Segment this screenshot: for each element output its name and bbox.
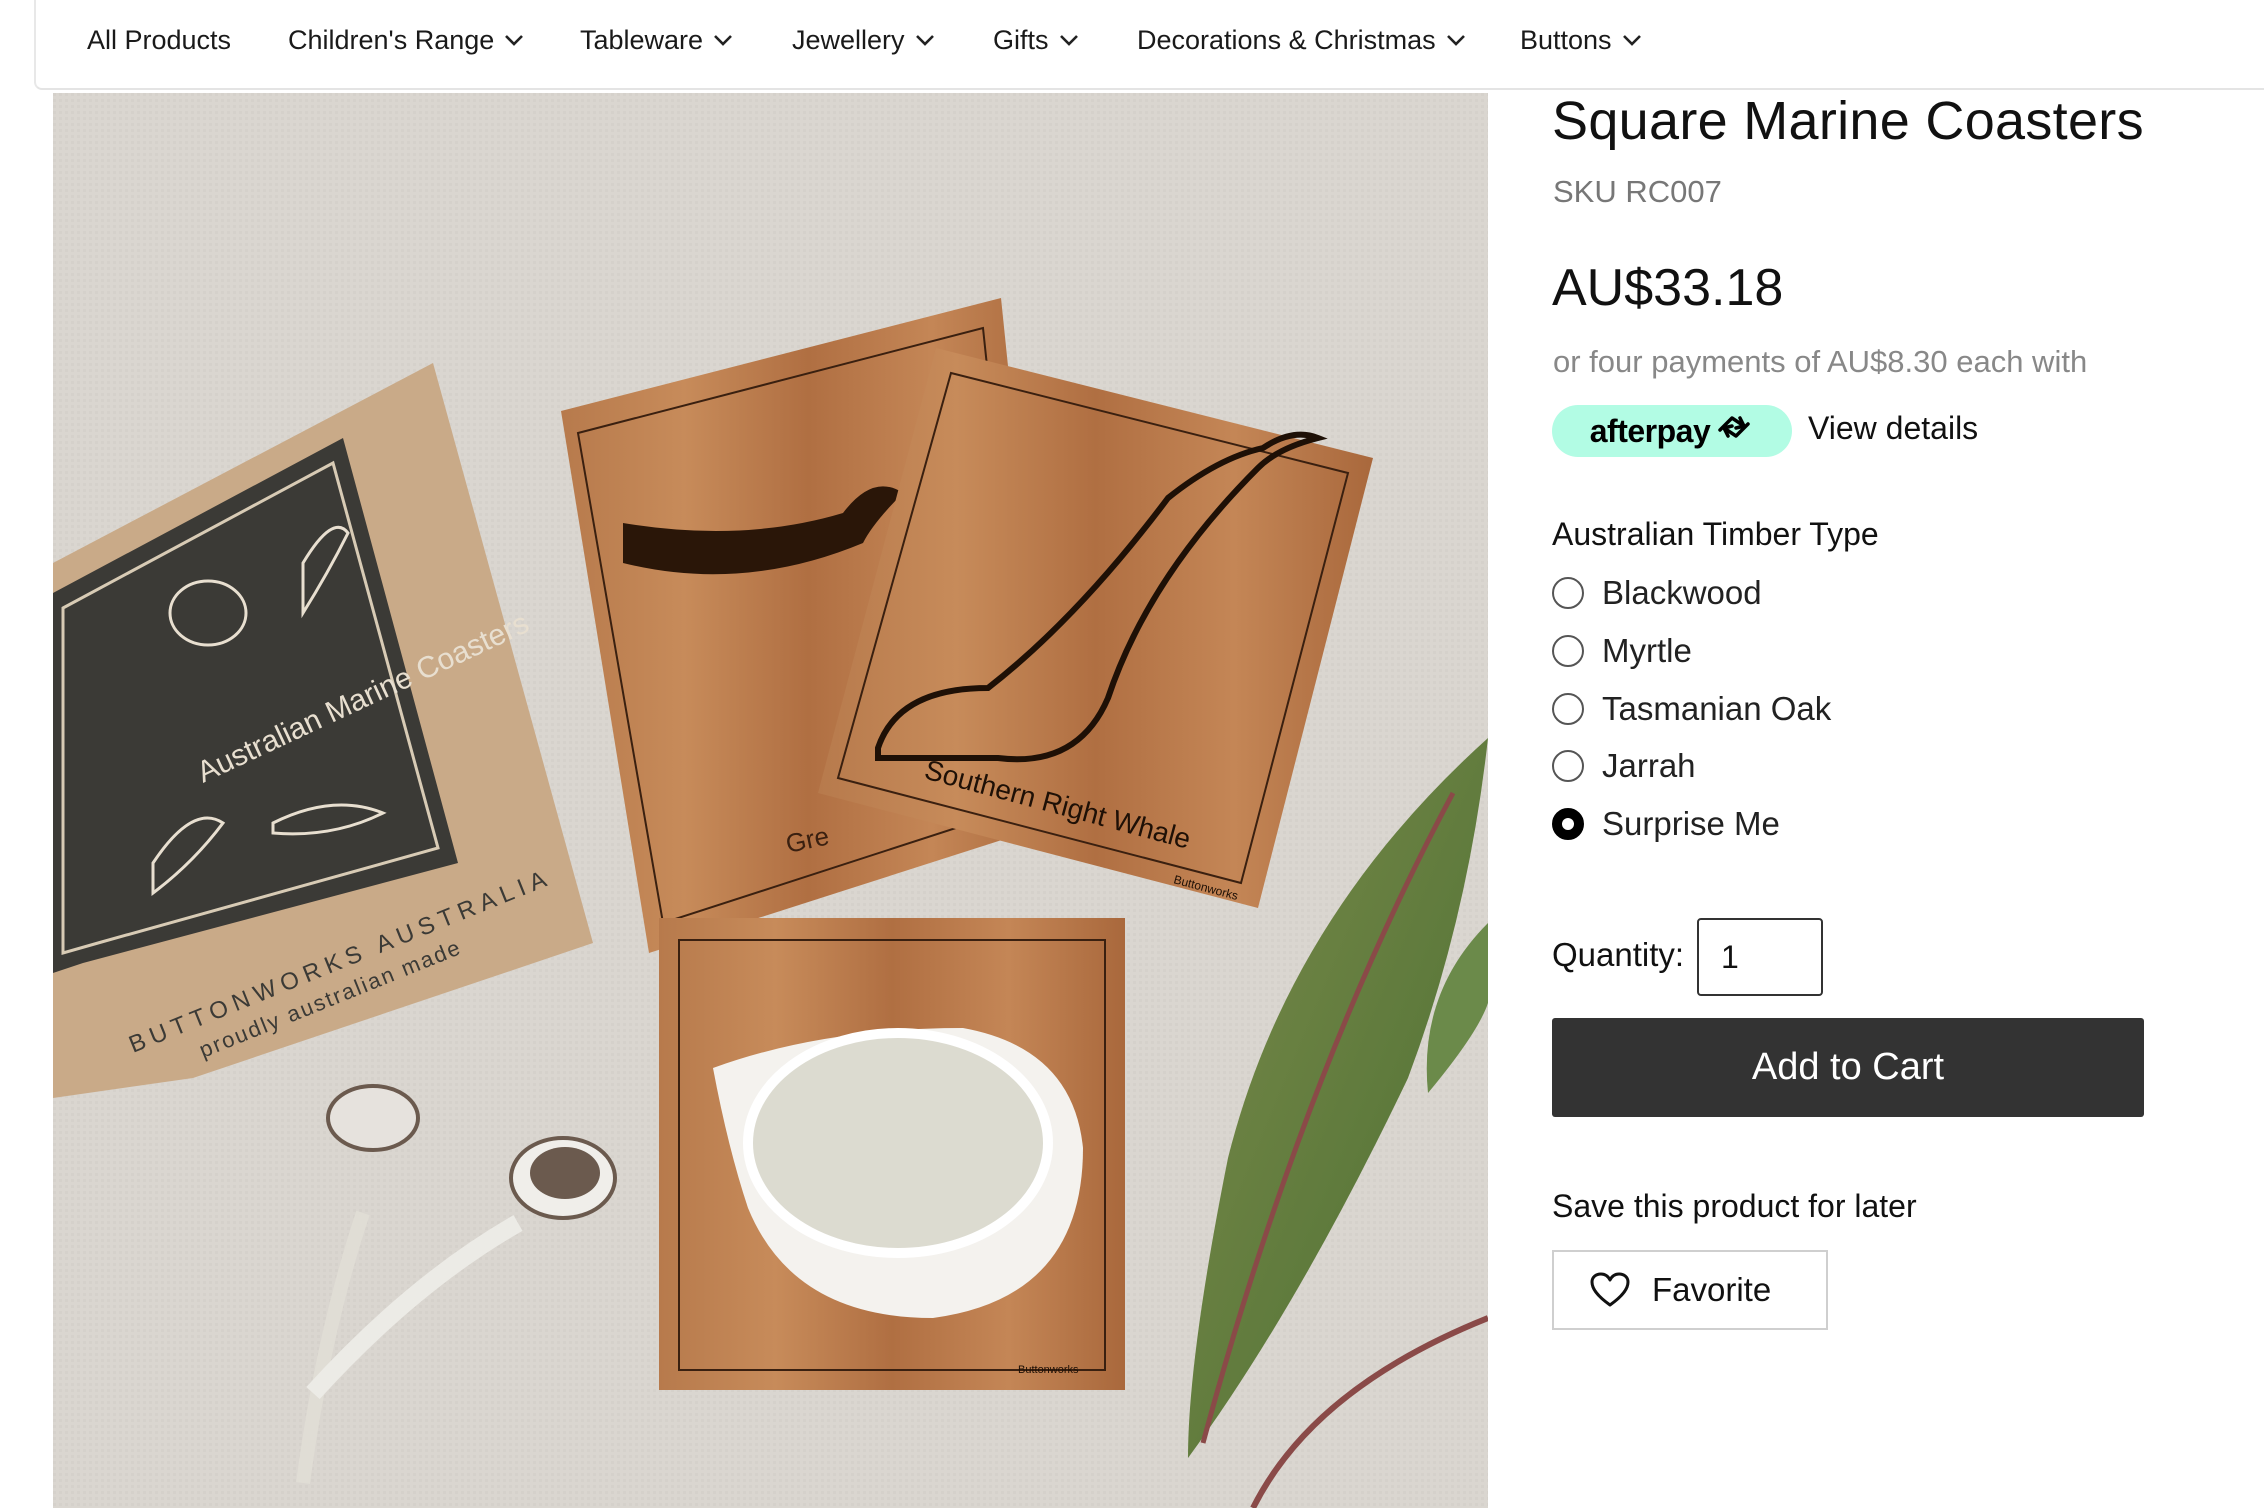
nav-item-label: Children's Range bbox=[288, 24, 495, 55]
option-label: Myrtle bbox=[1602, 632, 1692, 669]
afterpay-logo-text: afterpay bbox=[1589, 412, 1711, 449]
nav-item-jewellery[interactable]: Jewellery bbox=[792, 0, 935, 80]
heart-icon bbox=[1590, 1272, 1630, 1307]
option-blackwood[interactable]: Blackwood bbox=[1552, 571, 1762, 615]
radio-button[interactable] bbox=[1552, 693, 1584, 725]
nav-item-all-products[interactable]: All Products bbox=[87, 0, 231, 80]
option-surprise-me[interactable]: Surprise Me bbox=[1552, 802, 1780, 846]
product-sku: SKU RC007 bbox=[1553, 174, 1722, 209]
top-navigation: All Products Children's Range Tableware … bbox=[34, 0, 2264, 90]
option-label: Surprise Me bbox=[1602, 805, 1780, 842]
nav-item-gifts[interactable]: Gifts bbox=[993, 0, 1079, 80]
product-photo-illustration: Australian Marine Coasters BUTTONWORKS A… bbox=[53, 93, 1488, 1508]
nav-item-buttons[interactable]: Buttons bbox=[1520, 0, 1642, 80]
radio-button[interactable] bbox=[1552, 635, 1584, 667]
radio-button-selected[interactable] bbox=[1552, 808, 1584, 840]
chevron-down-icon bbox=[1622, 33, 1642, 47]
afterpay-installment-text: or four payments of AU$8.30 each with bbox=[1553, 344, 2088, 379]
product-price: AU$33.18 bbox=[1552, 259, 1784, 317]
quantity-input[interactable] bbox=[1697, 918, 1823, 996]
coaster-turtle: Buttonworks bbox=[659, 918, 1125, 1390]
nav-item-label: Jewellery bbox=[792, 24, 905, 55]
product-title: Square Marine Coasters bbox=[1552, 91, 2144, 151]
nav-item-label: Gifts bbox=[993, 24, 1049, 55]
option-myrtle[interactable]: Myrtle bbox=[1552, 629, 1692, 673]
nav-item-label: Buttons bbox=[1520, 24, 1612, 55]
chevron-down-icon bbox=[713, 33, 733, 47]
afterpay-logo[interactable]: afterpay bbox=[1552, 405, 1792, 457]
coaster-maker-mark-turtle: Buttonworks bbox=[1018, 1364, 1079, 1376]
timber-type-title: Australian Timber Type bbox=[1552, 516, 1879, 552]
option-jarrah[interactable]: Jarrah bbox=[1552, 744, 1696, 788]
view-details-link[interactable]: View details bbox=[1808, 410, 1978, 447]
nav-item-label: Tableware bbox=[580, 24, 704, 55]
nav-item-tableware[interactable]: Tableware bbox=[580, 0, 733, 80]
nav-item-childrens-range[interactable]: Children's Range bbox=[288, 0, 524, 80]
product-image[interactable]: Australian Marine Coasters BUTTONWORKS A… bbox=[53, 93, 1488, 1508]
chevron-down-icon bbox=[915, 33, 935, 47]
favorite-label: Favorite bbox=[1652, 1271, 1772, 1308]
option-tasmanian-oak[interactable]: Tasmanian Oak bbox=[1552, 687, 1831, 731]
radio-button[interactable] bbox=[1552, 577, 1584, 609]
nav-item-label: Decorations & Christmas bbox=[1137, 24, 1436, 55]
option-label: Tasmanian Oak bbox=[1602, 690, 1832, 727]
quantity-label: Quantity: bbox=[1552, 936, 1685, 973]
option-label: Jarrah bbox=[1602, 747, 1696, 784]
chevron-down-icon bbox=[1446, 33, 1466, 47]
chevron-down-icon bbox=[1059, 33, 1079, 47]
add-to-cart-button[interactable]: Add to Cart bbox=[1552, 1018, 2144, 1117]
nav-item-decorations-christmas[interactable]: Decorations & Christmas bbox=[1137, 0, 1466, 80]
radio-button[interactable] bbox=[1552, 750, 1584, 782]
save-for-later-title: Save this product for later bbox=[1552, 1188, 1917, 1224]
add-to-cart-label: Add to Cart bbox=[1751, 1046, 1945, 1088]
afterpay-arrows-icon bbox=[1710, 412, 1754, 450]
nav-item-label: All Products bbox=[87, 24, 232, 55]
chevron-down-icon bbox=[504, 33, 524, 47]
option-label: Blackwood bbox=[1602, 574, 1762, 611]
favorite-button[interactable]: Favorite bbox=[1552, 1250, 1828, 1330]
